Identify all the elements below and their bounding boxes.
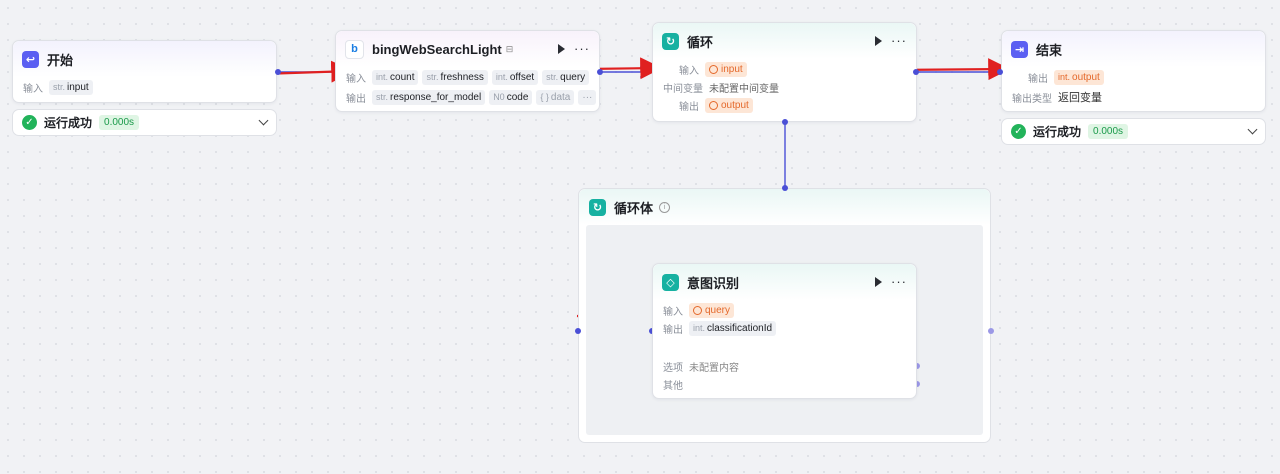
intent-option-row: 选项 未配置内容	[653, 357, 916, 375]
start-input-row: 输入 str. input	[13, 78, 276, 96]
intent-other-label: 其他	[663, 380, 683, 392]
intent-output-tag: int. classificationId	[689, 320, 777, 336]
more-icon[interactable]: ···	[574, 42, 590, 55]
bing-input-count: int. count	[372, 69, 419, 85]
bing-output-response: str. response_for_model	[372, 89, 486, 105]
intent-output-row: 输出 int. classificationId	[653, 319, 916, 337]
end-status-time: 0.000s	[1088, 124, 1129, 139]
intent-input-row: 输入 query	[653, 301, 916, 319]
intent-node-title: 意图识别	[687, 275, 740, 291]
body-output-port[interactable]	[988, 328, 994, 334]
end-output-tag: int. output	[1054, 69, 1104, 85]
end-type-row: 输出类型 返回变量	[1002, 88, 1265, 106]
bing-output-row: 输出 str. response_for_model N0 code { } data…	[336, 88, 599, 106]
loop-node-header: ↻ 循环 ···	[653, 23, 916, 59]
loop-body-title: 循环体	[614, 200, 654, 216]
loop-icon: ↻	[662, 32, 679, 50]
bing-input-offset: int. offset	[491, 69, 539, 85]
loop-node-title: 循环	[687, 34, 714, 50]
loop-body-header: ↻ 循环体 i	[579, 189, 990, 225]
bing-node-header: b bingWebSearchLight ⊟ ···	[336, 31, 599, 67]
start-icon: ↩	[22, 50, 39, 68]
start-output-port[interactable]	[275, 69, 281, 75]
intent-output-label: 输出	[663, 324, 683, 336]
bing-node-title: bingWebSearchLight	[372, 41, 502, 57]
loop-body-port[interactable]	[782, 119, 788, 125]
intent-node[interactable]: ◇ 意图识别 ··· 输入 query 输出 int. classificatio…	[652, 263, 917, 399]
loop-input-row: 输入 input	[653, 60, 916, 78]
chevron-down-icon[interactable]	[1247, 124, 1258, 135]
play-icon[interactable]	[875, 36, 882, 46]
play-icon[interactable]	[558, 44, 565, 54]
end-node-title: 结束	[1036, 42, 1063, 58]
loop-output-tag: output	[705, 97, 753, 113]
intent-option-label: 选项	[663, 362, 683, 374]
start-input-label: 输入	[23, 83, 43, 95]
check-icon: ✓	[22, 115, 37, 130]
more-icon[interactable]: ···	[891, 34, 907, 47]
end-node[interactable]: ⇥ 结束 输出 int. output 输出类型 返回变量	[1001, 30, 1266, 112]
start-run-status[interactable]: ✓ 运行成功 0.000s	[12, 109, 277, 136]
start-node-header: ↩ 开始	[13, 41, 276, 77]
start-input-tag: str. input	[49, 79, 93, 95]
bing-input-freshness: str. freshness	[422, 69, 488, 85]
loop-mid-row: 中间变量 未配置中间变量	[653, 78, 916, 96]
loop-output-port[interactable]	[913, 69, 919, 75]
intent-input-label: 输入	[663, 306, 683, 318]
loop-output-label: 输出	[679, 101, 699, 113]
bing-icon: b	[345, 39, 364, 59]
bing-search-node[interactable]: b bingWebSearchLight ⊟ ··· 输入 int. count …	[335, 30, 600, 112]
check-icon: ✓	[1011, 124, 1026, 139]
end-input-port[interactable]	[997, 69, 1003, 75]
intent-node-header: ◇ 意图识别 ···	[653, 264, 916, 300]
intent-icon: ◇	[662, 273, 679, 291]
bing-input-label: 输入	[346, 73, 366, 85]
more-icon[interactable]: ···	[891, 275, 907, 288]
bing-output-data: { } data	[536, 89, 575, 105]
end-output-label: 输出	[1028, 73, 1048, 85]
loop-node[interactable]: ↻ 循环 ··· 输入 input 中间变量 未配置中间变量 输出 output	[652, 22, 917, 122]
bing-output-port[interactable]	[597, 69, 603, 75]
intent-option-value: 未配置内容	[689, 362, 739, 374]
end-type-value: 返回变量	[1058, 92, 1102, 104]
start-node[interactable]: ↩ 开始 输入 str. input	[12, 40, 277, 103]
loop-icon: ↻	[589, 198, 606, 216]
plugin-badge-icon: ⊟	[505, 43, 514, 54]
loop-mid-value: 未配置中间变量	[709, 83, 779, 95]
bing-input-row: 输入 int. count str. freshness int. offset st…	[336, 68, 599, 86]
play-icon[interactable]	[875, 277, 882, 287]
intent-input-tag: query	[689, 302, 735, 318]
end-node-header: ⇥ 结束	[1002, 31, 1265, 67]
end-output-row: 输出 int. output	[1002, 68, 1265, 86]
loop-output-row: 输出 output	[653, 96, 916, 114]
bing-output-code: N0 code	[489, 89, 533, 105]
chevron-down-icon[interactable]	[258, 115, 269, 126]
loop-body-input-port[interactable]	[782, 185, 788, 191]
end-run-status[interactable]: ✓ 运行成功 0.000s	[1001, 118, 1266, 145]
bing-output-label: 输出	[346, 93, 366, 105]
end-status-text: 运行成功	[1033, 125, 1082, 139]
end-icon: ⇥	[1011, 40, 1028, 58]
start-status-time: 0.000s	[99, 115, 140, 130]
start-node-title: 开始	[47, 52, 74, 68]
intent-other-row: 其他	[653, 375, 916, 393]
bing-more-outputs[interactable]: ···	[578, 89, 597, 105]
end-type-label: 输出类型	[1012, 93, 1052, 105]
body-start-port[interactable]	[575, 328, 581, 334]
loop-mid-label: 中间变量	[663, 83, 703, 95]
loop-input-tag: input	[705, 61, 747, 77]
info-icon[interactable]: i	[659, 201, 671, 213]
bing-input-query: str. query	[542, 69, 590, 85]
loop-input-label: 输入	[679, 65, 699, 77]
start-status-text: 运行成功	[44, 116, 93, 130]
